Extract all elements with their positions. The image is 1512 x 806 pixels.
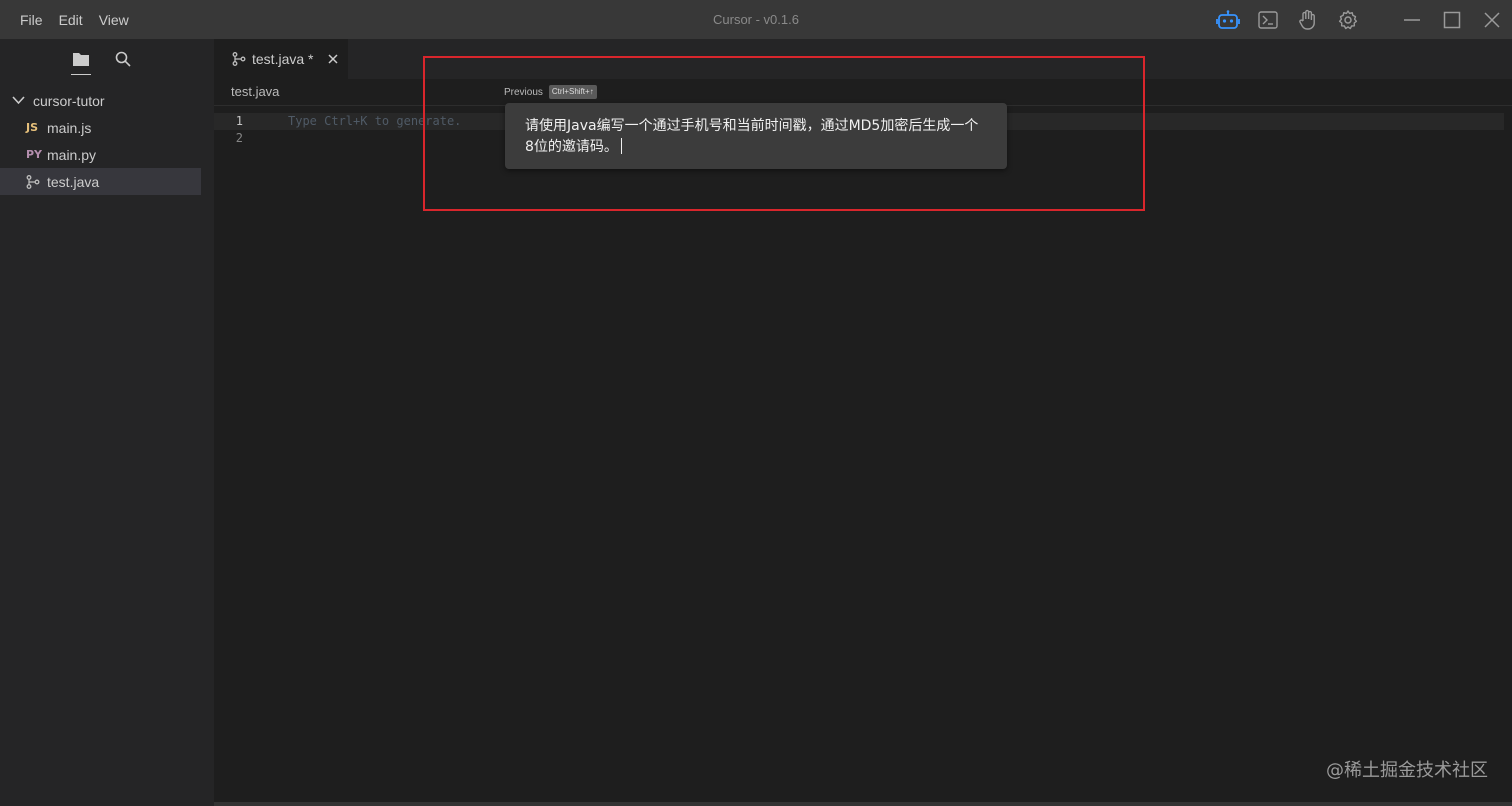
sidebar-toolbar: [0, 39, 214, 79]
git-branch-icon: [26, 174, 47, 189]
menu-view[interactable]: View: [91, 12, 137, 28]
terminal-icon[interactable]: [1248, 0, 1288, 39]
robot-icon[interactable]: [1208, 0, 1248, 39]
title-bar: File Edit View Cursor - v0.1.6: [0, 0, 1512, 39]
tab-label: test.java *: [252, 51, 314, 67]
close-icon[interactable]: [1472, 0, 1512, 39]
file-item-test-java[interactable]: test.java: [0, 168, 201, 195]
tab-test-java[interactable]: test.java *: [214, 39, 348, 79]
text-caret: [620, 138, 622, 154]
file-item-main-py[interactable]: PY main.py: [0, 141, 201, 168]
maximize-icon[interactable]: [1432, 0, 1472, 39]
hand-icon[interactable]: [1288, 0, 1328, 39]
file-name: main.py: [47, 146, 97, 163]
gear-icon[interactable]: [1328, 0, 1368, 39]
folder-name: cursor-tutor: [33, 92, 105, 109]
generate-hint: Type Ctrl+K to generate.: [288, 114, 462, 128]
code-editor[interactable]: test.java 1 Type Ctrl+K to generate. 2: [214, 79, 1512, 806]
prompt-previous[interactable]: Previous Ctrl+Shift+↑: [504, 85, 597, 99]
search-icon[interactable]: [113, 47, 133, 71]
prompt-text: 请使用Java编写一个通过手机号和当前时间戳，通过MD5加密后生成一个8位的邀请…: [525, 118, 979, 155]
horizontal-scrollbar[interactable]: [214, 802, 1512, 806]
editor-tab-bar: test.java *: [214, 39, 1512, 79]
shortcut-badge: Ctrl+Shift+↑: [548, 85, 597, 99]
python-file-icon: PY: [26, 148, 43, 161]
folder-cursor-tutor[interactable]: cursor-tutor: [0, 87, 214, 114]
previous-label: Previous: [504, 86, 543, 98]
folder-icon[interactable]: [71, 47, 91, 75]
line-number: 1: [235, 114, 243, 128]
menu-edit[interactable]: Edit: [51, 12, 91, 28]
title-actions: [1208, 0, 1512, 39]
chevron-down-icon: [12, 96, 25, 105]
javascript-file-icon: JS: [26, 121, 39, 134]
explorer-sidebar: cursor-tutor JS main.js PY main.py test.…: [0, 39, 214, 806]
file-name: main.js: [47, 119, 92, 136]
menu-file[interactable]: File: [12, 12, 51, 28]
close-tab-icon[interactable]: [328, 54, 338, 64]
prompt-input[interactable]: 请使用Java编写一个通过手机号和当前时间戳，通过MD5加密后生成一个8位的邀请…: [505, 103, 1007, 169]
watermark: @稀土掘金技术社区: [1326, 760, 1488, 781]
breadcrumb[interactable]: test.java: [231, 84, 279, 99]
minimize-icon[interactable]: [1392, 0, 1432, 39]
menu-bar: File Edit View: [0, 0, 137, 39]
file-item-main-js[interactable]: JS main.js: [0, 114, 201, 141]
file-tree: cursor-tutor JS main.js PY main.py test.…: [0, 79, 214, 195]
git-branch-icon: [232, 52, 246, 66]
file-name: test.java: [47, 173, 100, 190]
line-number: 2: [235, 131, 243, 145]
